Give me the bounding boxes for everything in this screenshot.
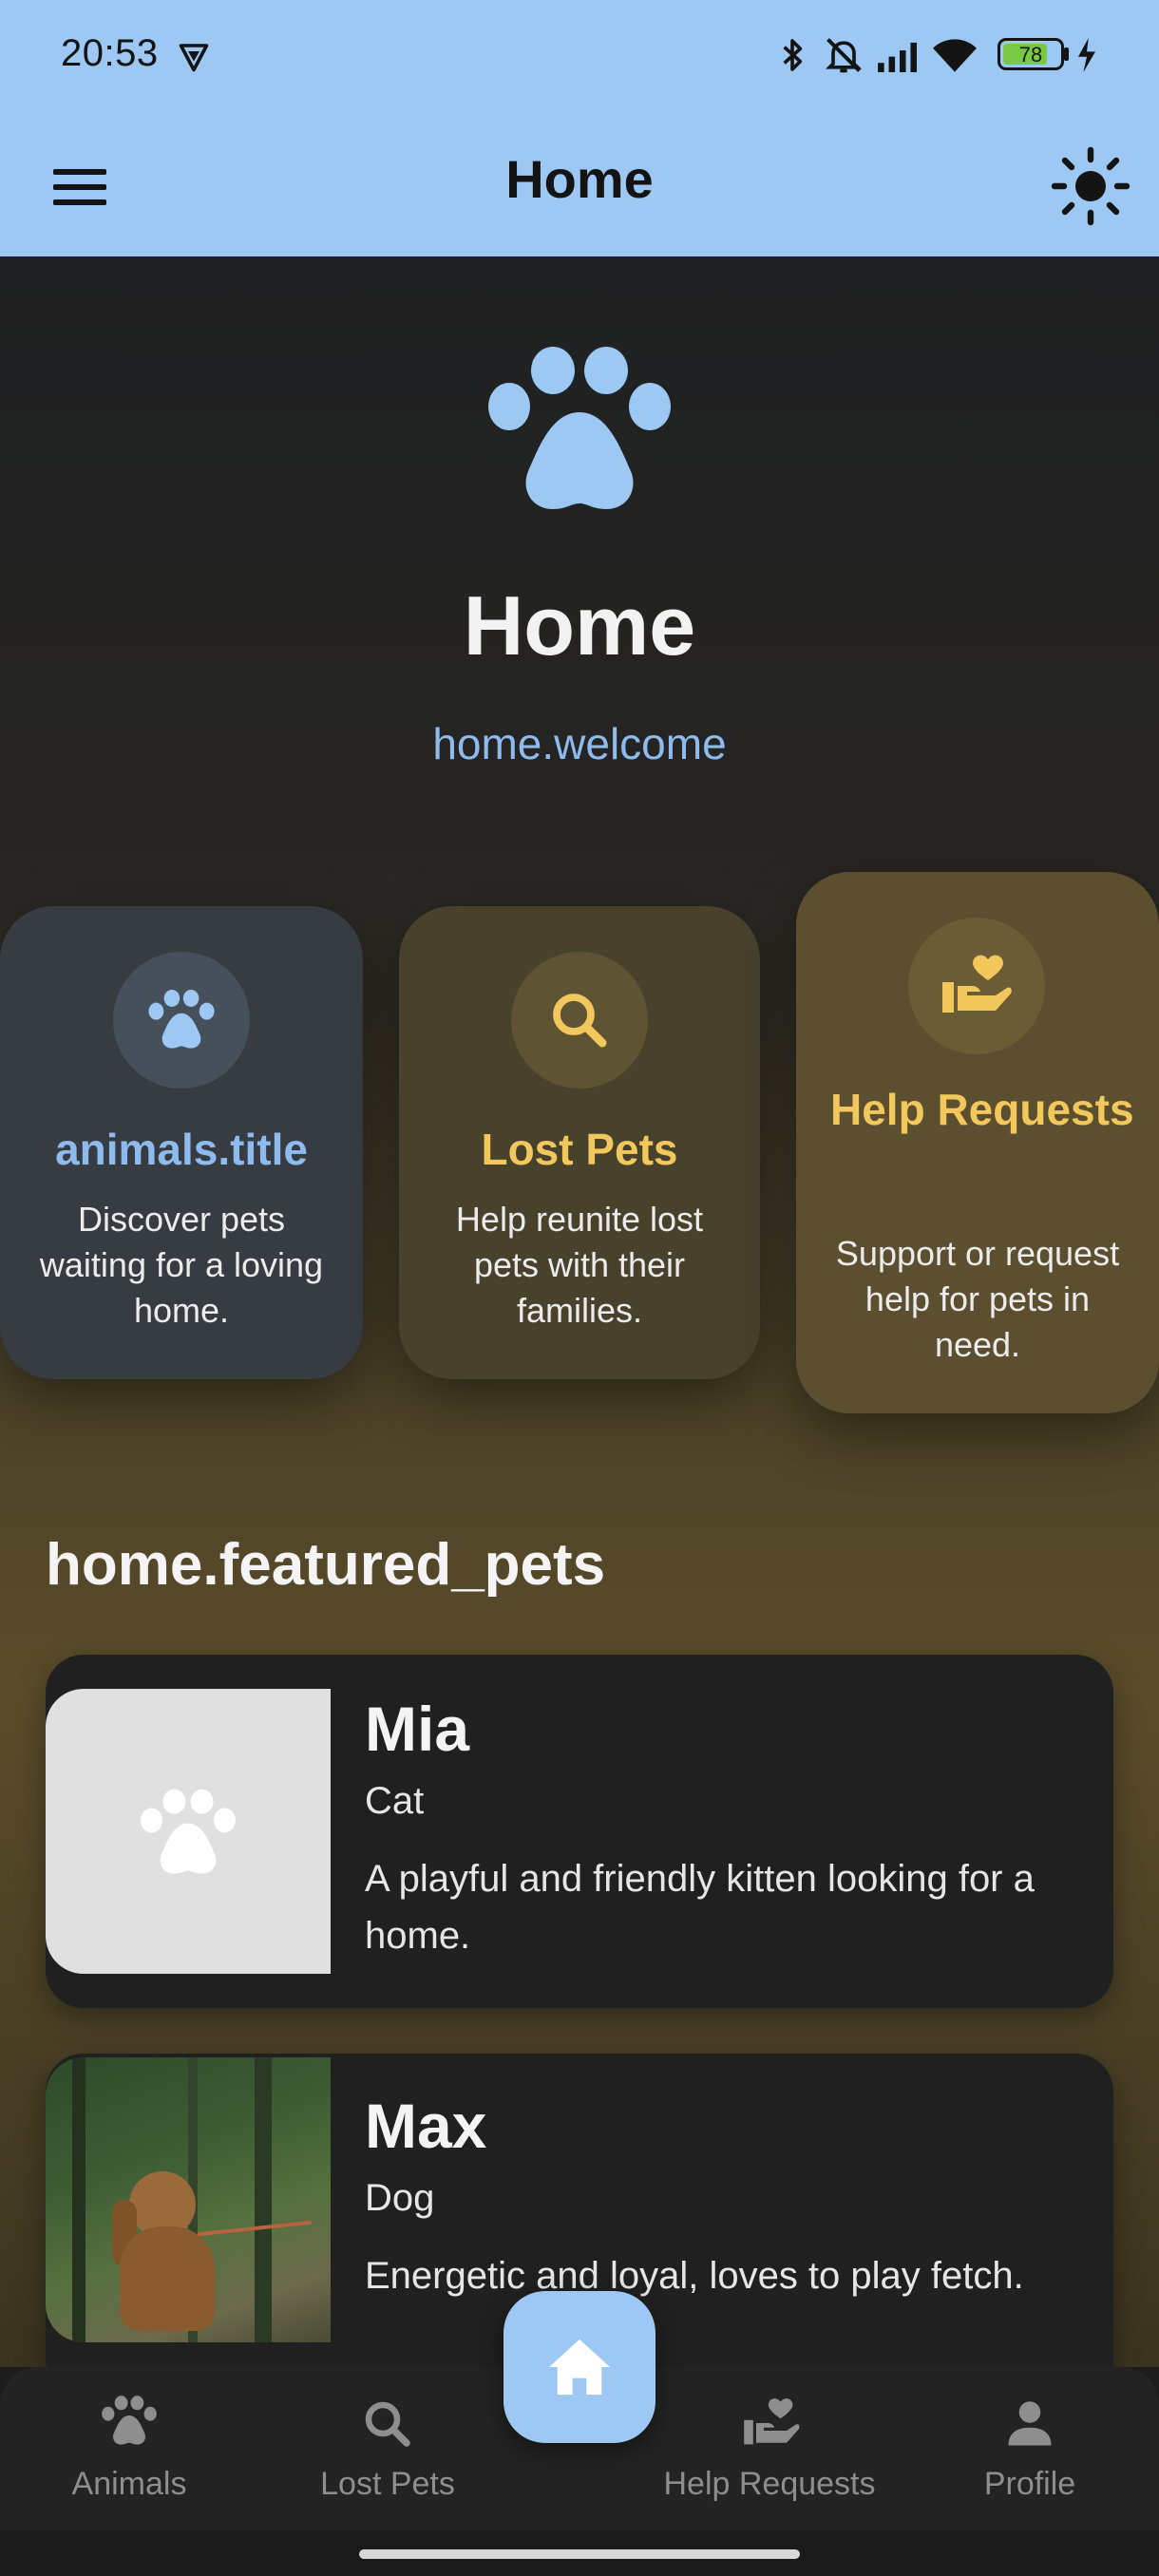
hero-title: Home	[463, 578, 696, 672]
feature-icon-circle	[908, 918, 1045, 1054]
nav-label: Profile	[983, 2466, 1076, 2502]
dog-photo	[46, 2057, 331, 2342]
person-icon	[1008, 2401, 1052, 2446]
signal-icon	[878, 42, 917, 72]
pet-type: Cat	[365, 1780, 425, 1822]
status-time: 20:53	[61, 32, 159, 74]
pet-description: A playful and friendly kitten looking fo…	[365, 1858, 1035, 1957]
paw-icon	[102, 2396, 157, 2445]
paw-icon	[148, 989, 215, 1049]
app-bar: Home	[0, 112, 1159, 256]
search-icon	[365, 2401, 410, 2447]
feature-card-description: Discover pets waiting for a loving home.	[39, 1200, 324, 1330]
sun-icon	[1051, 146, 1130, 226]
feature-icon-circle	[113, 952, 250, 1089]
pet-card[interactable]: Mia Cat A playful and friendly kitten lo…	[46, 1655, 1113, 2008]
pet-name: Mia	[365, 1694, 470, 1764]
nav-item-lost-pets[interactable]: Lost Pets	[283, 2367, 492, 2530]
feature-icon-circle	[511, 952, 648, 1089]
pet-image-placeholder	[46, 1689, 331, 1974]
charging-icon	[1078, 38, 1095, 72]
shield-app-icon	[179, 44, 209, 72]
battery-level: 78	[1018, 43, 1043, 66]
app-bar-title: Home	[505, 149, 654, 209]
feature-card-title: Lost Pets	[481, 1125, 678, 1174]
home-content[interactable]: Home home.welcome animals.title Discover…	[0, 256, 1159, 2367]
home-fab-button[interactable]	[504, 2291, 656, 2443]
battery-icon: 78	[998, 38, 1064, 70]
nav-item-profile[interactable]: Profile	[925, 2367, 1134, 2530]
pet-type: Dog	[365, 2177, 435, 2219]
feature-card-help-requests[interactable]: Help Requests Support or request help fo…	[796, 872, 1159, 1413]
gesture-handle[interactable]	[359, 2549, 800, 2559]
theme-toggle-button[interactable]	[1045, 141, 1136, 232]
featured-section-title: home.featured_pets	[46, 1532, 606, 1598]
search-icon	[553, 994, 607, 1048]
feature-card-title: animals.title	[55, 1125, 308, 1174]
pet-description: Energetic and loyal, loves to play fetch…	[365, 2255, 1024, 2297]
nav-label: Animals	[71, 2466, 187, 2502]
pet-name: Max	[365, 2091, 487, 2161]
hand-heart-icon	[942, 955, 1012, 1013]
home-icon	[549, 2339, 610, 2396]
nav-item-animals[interactable]: Animals	[25, 2367, 234, 2530]
feature-card-lost-pets[interactable]: Lost Pets Help reunite lost pets with th…	[399, 906, 760, 1379]
feature-card-title: Help Requests	[830, 1085, 1134, 1134]
feature-card-animals[interactable]: animals.title Discover pets waiting for …	[0, 906, 363, 1379]
feature-card-description: Help reunite lost pets with their famili…	[455, 1200, 704, 1330]
system-gesture-area	[0, 2530, 1159, 2576]
bluetooth-icon	[783, 39, 803, 71]
nav-item-help-requests[interactable]: Help Requests	[663, 2367, 876, 2530]
paw-icon	[488, 347, 671, 509]
nav-label: Lost Pets	[320, 2466, 455, 2502]
nav-label: Help Requests	[663, 2466, 876, 2502]
hero-subtitle: home.welcome	[432, 719, 727, 768]
paw-placeholder-icon	[141, 1789, 236, 1874]
hand-heart-icon	[744, 2398, 800, 2445]
status-bar: 20:53 78	[0, 0, 1159, 112]
bell-muted-icon	[825, 38, 863, 73]
feature-card-description: Support or request help for pets in need…	[835, 1234, 1120, 1364]
wifi-icon	[933, 39, 977, 72]
